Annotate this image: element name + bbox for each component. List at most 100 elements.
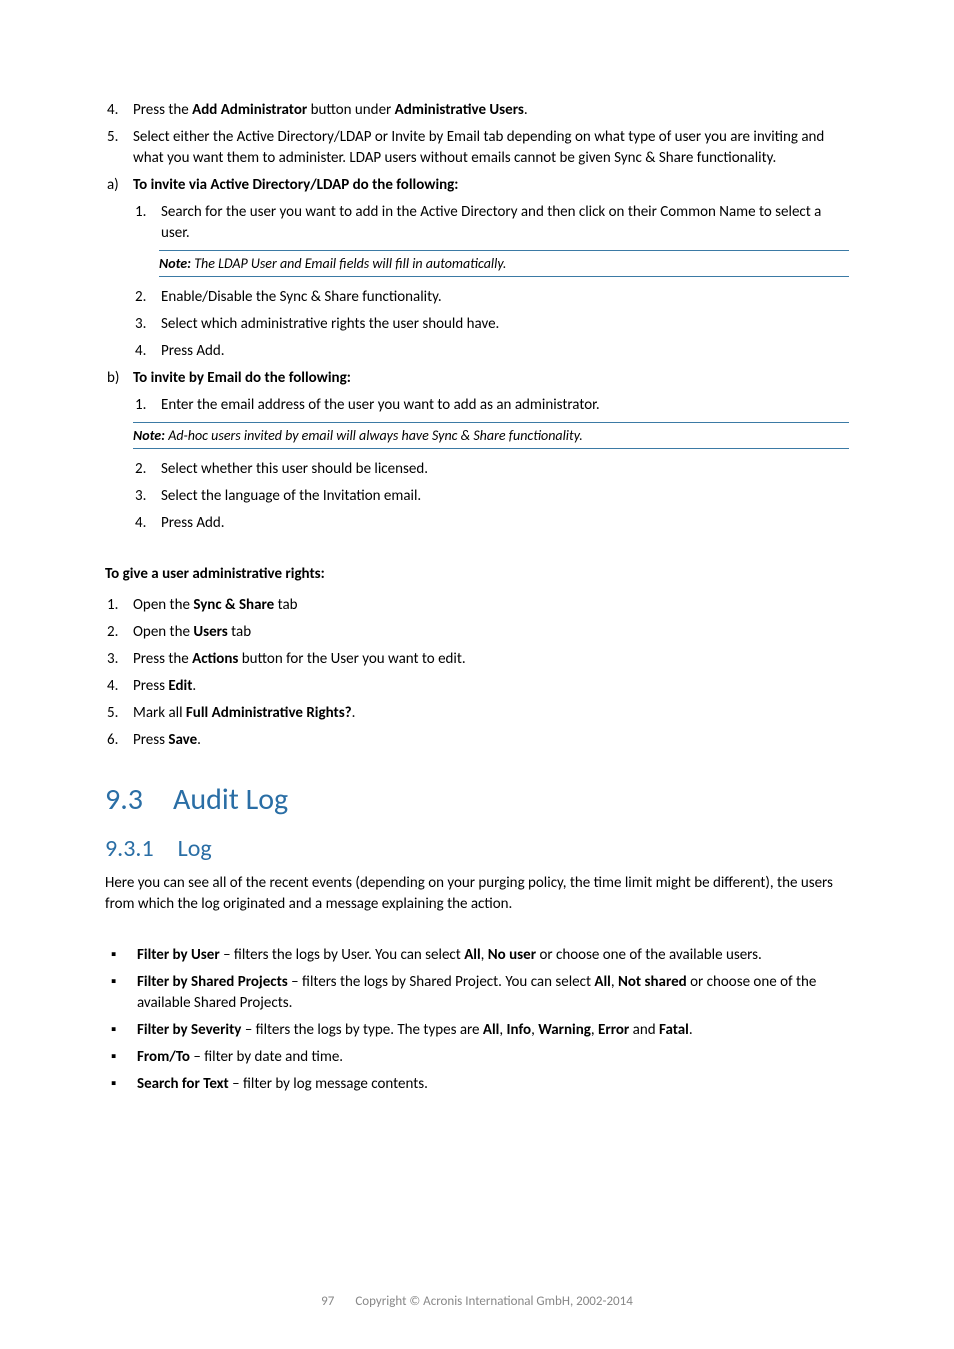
text: button for the User you want to edit. — [238, 650, 465, 668]
bullet-item: ▪ From/To – filter by date and time. — [105, 1047, 849, 1068]
text-bold: Full Administrative Rights? — [186, 704, 352, 722]
bullet-icon: ▪ — [105, 1047, 137, 1068]
text: . — [197, 731, 201, 749]
list-text: Open the Sync & Share tab — [133, 595, 849, 616]
text-bold: Info — [507, 1021, 532, 1039]
text-bold: All — [464, 946, 480, 964]
list-marker: 3. — [133, 314, 161, 335]
list-item: b) To invite by Email do the following: — [105, 368, 849, 389]
text-bold: Search for Text — [137, 1075, 229, 1093]
list-text: Press Add. — [161, 341, 849, 362]
bullet-item: ▪ Search for Text – filter by log messag… — [105, 1074, 849, 1095]
note-label: Note: — [159, 255, 191, 272]
list-text: Press Save. — [133, 730, 849, 751]
list-text: Select which administrative rights the u… — [161, 314, 849, 335]
text: , — [591, 1021, 598, 1039]
note-text: The LDAP User and Email fields will fill… — [191, 255, 506, 272]
bullet-item: ▪ Filter by Shared Projects – filters th… — [105, 972, 849, 1014]
list-text: Select either the Active Directory/LDAP … — [133, 127, 849, 169]
bullet-icon: ▪ — [105, 1074, 137, 1095]
text-bold: Edit — [168, 677, 192, 695]
list-marker: 4. — [105, 100, 133, 121]
page-footer: 97 Copyright © Acronis International Gmb… — [0, 1294, 954, 1309]
list-item: 1. Open the Sync & Share tab — [105, 595, 849, 616]
document-page: 4. Press the Add Administrator button un… — [0, 0, 954, 1349]
text: Press — [133, 731, 168, 749]
text-bold: Error — [598, 1021, 629, 1039]
text: Open the — [133, 623, 193, 641]
list-marker: 5. — [105, 127, 133, 169]
list-item: 6. Press Save. — [105, 730, 849, 751]
list-item: 5. Mark all Full Administrative Rights?. — [105, 703, 849, 724]
list-text: Search for the user you want to add in t… — [161, 202, 849, 244]
bullet-icon: ▪ — [105, 945, 137, 966]
paragraph: Here you can see all of the recent event… — [105, 873, 849, 915]
list-marker: 3. — [133, 486, 161, 507]
list-marker: 3. — [105, 649, 133, 670]
text-bold: All — [594, 973, 610, 991]
list-marker: 4. — [133, 341, 161, 362]
list-marker: b) — [105, 368, 133, 389]
list-text: Press the Add Administrator button under… — [133, 100, 849, 121]
heading-9-3: 9.3 Audit Log — [105, 781, 849, 818]
text-bold: Filter by Severity — [137, 1021, 241, 1039]
text: . — [352, 704, 356, 722]
list-marker: 2. — [105, 622, 133, 643]
text-bold: Add Administrator — [192, 101, 307, 119]
text-bold: Warning — [538, 1021, 591, 1039]
text: or choose one of the available users. — [536, 946, 762, 964]
bullet-text: Filter by User – filters the logs by Use… — [137, 945, 849, 966]
list-item: 1. Enter the email address of the user y… — [133, 395, 849, 416]
bullet-item: ▪ Filter by Severity – filters the logs … — [105, 1020, 849, 1041]
sub-list: 1. Search for the user you want to add i… — [133, 202, 849, 362]
text: , — [611, 973, 618, 991]
list-item: 5. Select either the Active Directory/LD… — [105, 127, 849, 169]
text: Open the — [133, 596, 193, 614]
list-text: Select whether this user should be licen… — [161, 459, 849, 480]
text-bold: All — [483, 1021, 499, 1039]
list-item: 2. Open the Users tab — [105, 622, 849, 643]
list-marker: 6. — [105, 730, 133, 751]
list-item: 1. Search for the user you want to add i… — [133, 202, 849, 244]
text-bold: Fatal — [659, 1021, 689, 1039]
list-marker: 4. — [133, 513, 161, 534]
text: Press — [133, 677, 168, 695]
list-item: 2. Enable/Disable the Sync & Share funct… — [133, 287, 849, 308]
note-text: Ad-hoc users invited by email will alway… — [165, 427, 583, 444]
copyright-text: Copyright © Acronis International GmbH, … — [355, 1294, 633, 1309]
list-marker: 5. — [105, 703, 133, 724]
list-text-bold: To invite by Email do the following: — [133, 368, 849, 389]
spacer — [105, 925, 849, 945]
list-text: Mark all Full Administrative Rights?. — [133, 703, 849, 724]
list-item: 3. Press the Actions button for the User… — [105, 649, 849, 670]
list-marker: 4. — [105, 676, 133, 697]
list-item: a) To invite via Active Directory/LDAP d… — [105, 175, 849, 196]
text-bold: No user — [488, 946, 536, 964]
bullet-icon: ▪ — [105, 1020, 137, 1041]
text: . — [192, 677, 196, 695]
bullet-text: From/To – filter by date and time. — [137, 1047, 849, 1068]
text: , — [499, 1021, 506, 1039]
bullet-icon: ▪ — [105, 972, 137, 1014]
text-bold: From/To — [137, 1048, 190, 1066]
list-text: Open the Users tab — [133, 622, 849, 643]
list-text: Press Edit. — [133, 676, 849, 697]
section-title: To give a user administrative rights: — [105, 564, 849, 585]
text: Mark all — [133, 704, 186, 722]
text: button under — [307, 101, 394, 119]
list-marker: 1. — [133, 395, 161, 416]
bullet-text: Filter by Severity – filters the logs by… — [137, 1020, 849, 1041]
bullet-item: ▪ Filter by User – filters the logs by U… — [105, 945, 849, 966]
text-bold: Actions — [192, 650, 238, 668]
text-bold: Administrative Users — [395, 101, 524, 119]
list-marker: 2. — [133, 287, 161, 308]
list-marker: 1. — [133, 202, 161, 244]
list-item: 3. Select the language of the Invitation… — [133, 486, 849, 507]
text-bold: Users — [193, 623, 227, 641]
heading-9-3-1: 9.3.1 Log — [105, 834, 849, 863]
note-wrap: Note: The LDAP User and Email fields wil… — [159, 250, 849, 277]
list-item: 2. Select whether this user should be li… — [133, 459, 849, 480]
text: Press the — [133, 101, 192, 119]
list-item: 4. Press the Add Administrator button un… — [105, 100, 849, 121]
page-number: 97 — [321, 1294, 334, 1309]
